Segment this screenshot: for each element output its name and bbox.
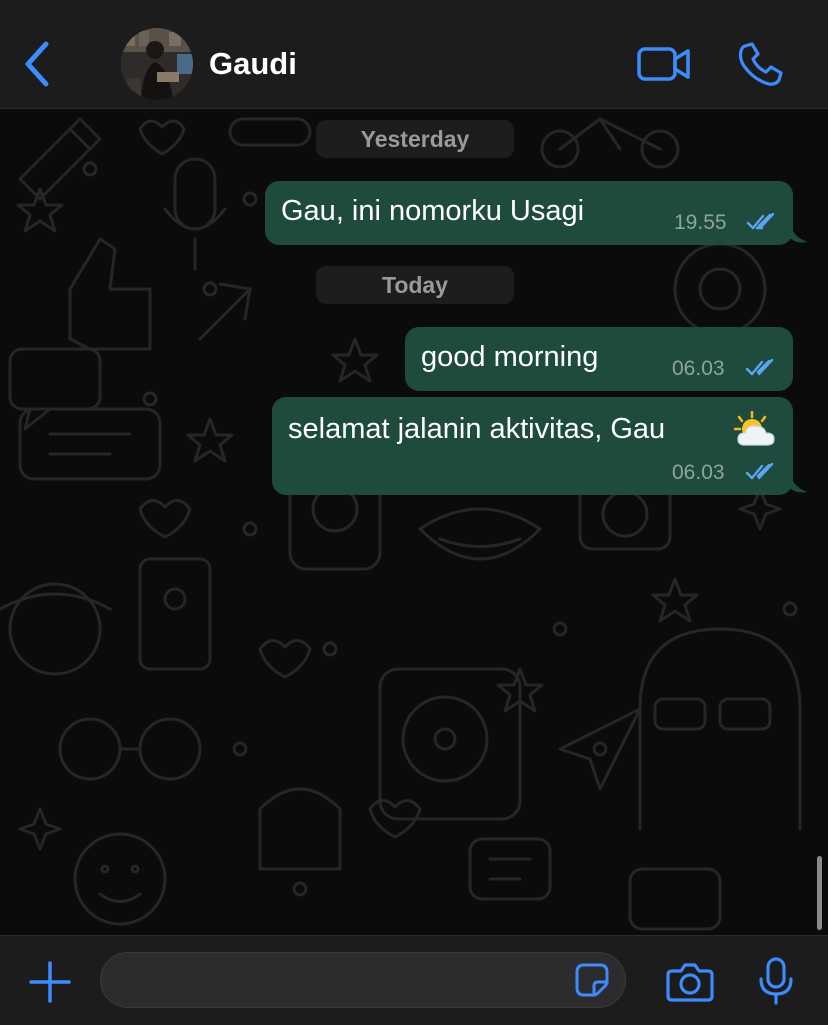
microphone-icon [759,957,793,1005]
sticker-button[interactable] [574,962,610,998]
contact-avatar[interactable] [121,28,193,100]
message-time: 19.55 [674,211,727,234]
message-text-content: selamat jalanin aktivitas, Gau [288,413,666,445]
read-receipt-icon [746,213,775,230]
chat-header: Gaudi [0,0,828,109]
read-receipt-icon [745,359,774,376]
video-camera-icon [637,47,690,81]
message-text: selamat jalanin aktivitas, Gau [288,413,665,446]
attach-button[interactable] [28,960,72,1004]
message-time: 06.03 [672,461,725,484]
chevron-left-icon [25,41,49,87]
date-separator-today: Today [316,266,514,304]
date-separator-yesterday: Yesterday [316,120,514,158]
read-receipt-icon [745,463,774,480]
camera-button[interactable] [666,962,714,1002]
message-text: Gau, ini nomorku Usagi [281,195,585,227]
contact-name[interactable]: Gaudi [209,46,297,82]
phone-icon [738,42,783,86]
plus-icon [29,961,71,1003]
voice-message-button[interactable] [758,956,794,1006]
message-bubble[interactable]: good morning 06.03 [405,327,793,391]
bubble-tail [790,224,808,243]
message-input[interactable] [100,952,626,1008]
bubble-tail [790,474,808,493]
voice-call-button[interactable] [736,40,784,88]
message-time: 06.03 [672,357,725,380]
scroll-indicator[interactable] [817,856,822,930]
message-bubble[interactable]: Gau, ini nomorku Usagi 19.55 [265,181,793,245]
avatar-photo [121,28,193,100]
back-button[interactable] [18,38,58,90]
message-text: good morning [421,341,599,373]
sticker-icon [575,963,609,997]
sun-behind-cloud-emoji [734,411,775,446]
message-bubble[interactable]: selamat jalanin aktivitas, Gau 06.03 [272,397,793,495]
video-call-button[interactable] [636,44,692,84]
camera-icon [666,963,714,1002]
message-list[interactable]: Yesterday Gau, ini nomorku Usagi 19.55 T… [0,109,828,935]
composer-bar [0,935,828,1025]
